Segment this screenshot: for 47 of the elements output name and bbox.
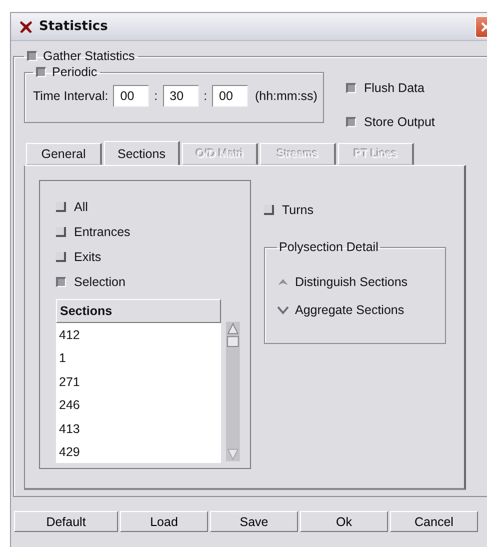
checkbox-label: Gather Statistics [43,49,135,63]
format-hint: (hh:mm:ss) [254,89,318,103]
tab[interactable]: Sections [104,141,180,165]
checkbox[interactable] [27,51,37,61]
list-item[interactable]: 246 [56,394,222,417]
checkbox[interactable] [346,83,356,93]
time-field[interactable]: 00 [212,85,248,107]
tab[interactable]: General [26,143,102,165]
dialog-button[interactable]: Ok [300,511,388,532]
checkbox[interactable] [36,67,46,77]
column-header[interactable]: Sections [56,299,222,323]
radio-label: Distinguish Sections [295,275,408,289]
scrollbar[interactable] [226,321,240,462]
group-title: Polysection Detail [278,240,380,254]
checkbox-label: Flush Data [364,81,424,95]
dialog-button[interactable]: Default [14,511,118,532]
radio-button[interactable] [277,305,289,315]
time-field[interactable]: 30 [162,85,199,107]
time-field[interactable]: 00 [113,85,150,107]
list-item[interactable]: 413 [56,417,222,440]
radio-button[interactable] [277,277,289,287]
checkbox-label: All [74,200,88,214]
list-item[interactable]: 412 [56,323,222,346]
separator-text: : [154,89,158,103]
checkbox[interactable] [56,252,66,262]
field-label: Time Interval: [33,89,108,103]
list-item[interactable]: 271 [56,370,222,394]
checkbox-label: Periodic [52,65,98,79]
radio-label: Aggregate Sections [295,303,404,317]
checkbox[interactable] [264,205,274,215]
dialog-button[interactable]: Load [120,511,208,532]
checkbox[interactable] [346,117,356,127]
checkbox-label: Store Output [364,115,435,129]
list-item[interactable]: 429 [56,440,222,463]
list-item[interactable]: 1 [56,346,222,370]
separator-text: : [204,89,208,103]
dialog-button[interactable]: Save [210,511,298,532]
checkbox[interactable] [56,202,66,212]
checkbox[interactable] [56,227,66,237]
dialog-button[interactable]: Cancel [390,511,478,532]
window-title: Statistics [39,19,108,34]
checkbox-label: Selection [74,275,126,289]
x-icon [19,20,33,34]
checkbox-label: Exits [74,250,102,264]
checkbox[interactable] [56,277,66,287]
checkbox-label: Turns [282,203,314,217]
checkbox-label: Entrances [74,225,130,239]
